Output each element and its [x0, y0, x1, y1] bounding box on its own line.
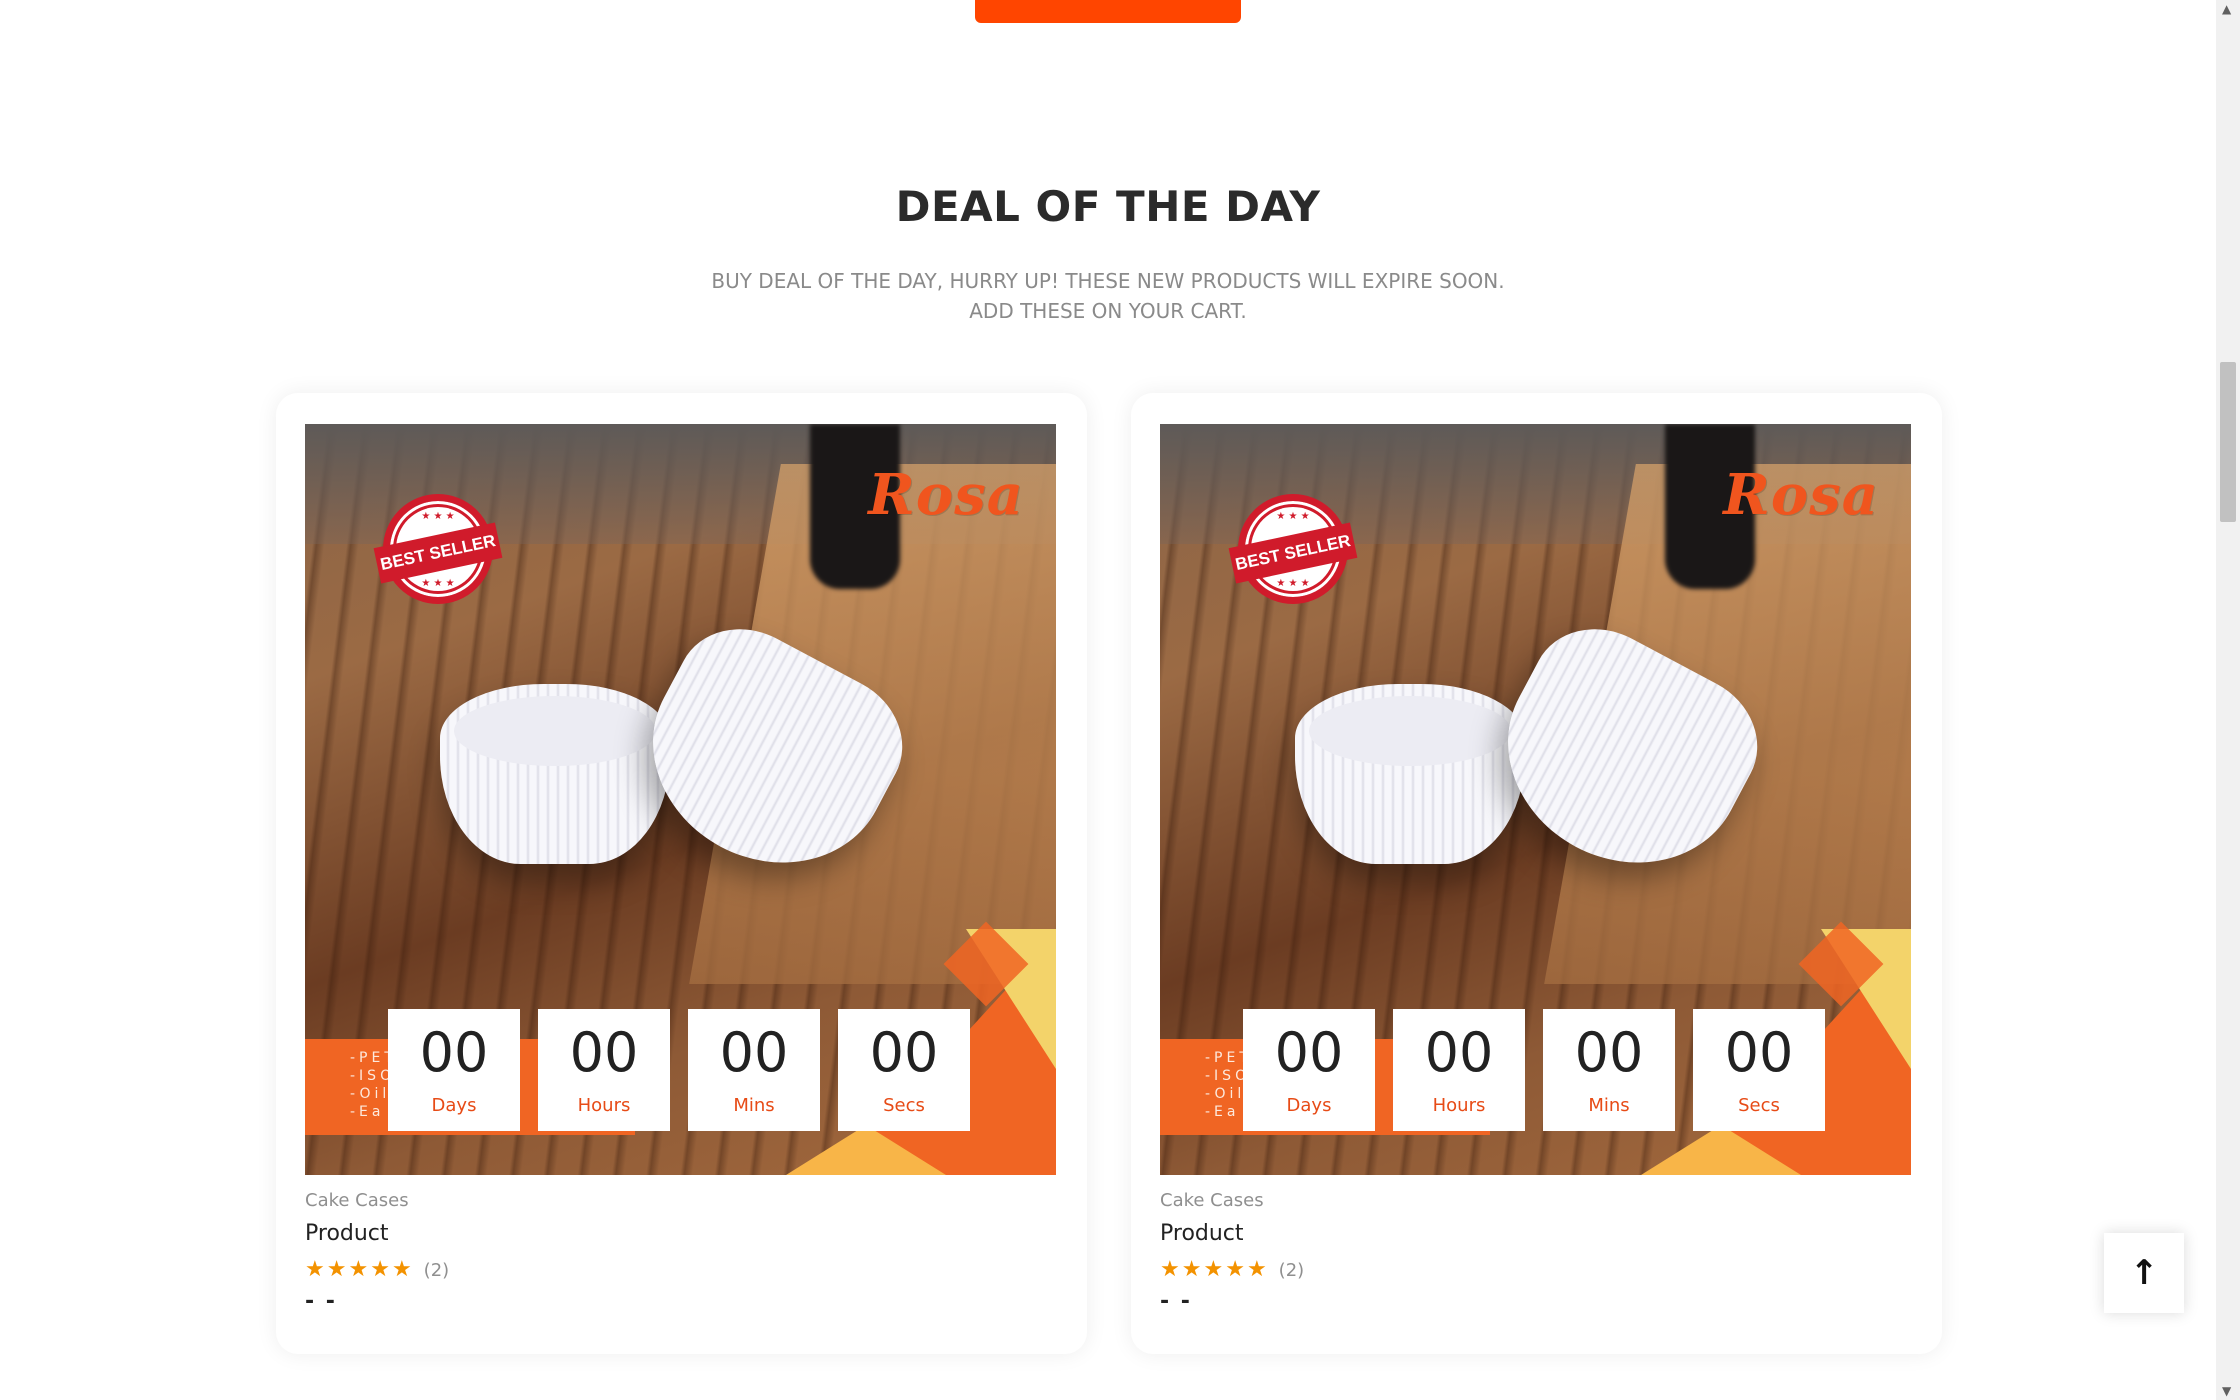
cupcake-liner-image [440, 684, 670, 864]
brand-logo: Rosa [868, 462, 1024, 528]
scrollbar-thumb[interactable] [2220, 362, 2236, 522]
best-seller-badge-icon: ★ ★ ★ BEST SELLER ★ ★ ★ [373, 494, 503, 604]
star-icon: ★ [1246, 1257, 1267, 1282]
star-icon: ★ [370, 1257, 390, 1282]
product-image[interactable]: Rosa ★ ★ ★ BEST SELLER ★ ★ ★ -PET -ISO -… [305, 424, 1056, 1175]
star-icon: ★ [1225, 1257, 1245, 1282]
section-title: DEAL OF THE DAY [895, 182, 1321, 231]
section-subtitle: BUY DEAL OF THE DAY, HURRY UP! THESE NEW… [0, 266, 2216, 326]
product-image[interactable]: Rosa ★ ★ ★ BEST SELLER ★ ★ ★ -PET -ISO -… [1160, 424, 1911, 1175]
product-category-link[interactable]: Cake Cases [305, 1190, 409, 1211]
countdown-hours: 00 Hours [1393, 1009, 1525, 1131]
top-orange-button[interactable] [975, 0, 1241, 23]
arrow-up-icon: ↑ [2129, 1253, 2159, 1293]
countdown-hours: 00 Hours [538, 1009, 670, 1131]
product-name-link[interactable]: Product [1160, 1221, 1244, 1246]
scroll-down-arrow-icon[interactable]: ▼ [2222, 1384, 2231, 1398]
countdown-mins: 00 Mins [1543, 1009, 1675, 1131]
section-subtitle-line2: ADD THESE ON YOUR CART. [969, 299, 1247, 323]
star-icon: ★ [391, 1257, 412, 1282]
star-icon: ★ [348, 1257, 369, 1282]
product-rating: ★ ★ ★ ★ ★ (2) [1160, 1259, 1304, 1281]
best-seller-badge-icon: ★ ★ ★ BEST SELLER ★ ★ ★ [1228, 494, 1358, 604]
deal-card[interactable]: Rosa ★ ★ ★ BEST SELLER ★ ★ ★ -PET -ISO -… [276, 393, 1087, 1354]
star-icon: ★ [326, 1257, 347, 1282]
product-rating: ★ ★ ★ ★ ★ (2) [305, 1259, 449, 1281]
star-icon: ★ [1181, 1257, 1202, 1282]
page-scrollbar[interactable]: ▲ ▼ [2216, 0, 2240, 1400]
star-icon: ★ [305, 1257, 325, 1282]
star-icon: ★ [1160, 1257, 1180, 1282]
countdown-days: 00 Days [1243, 1009, 1375, 1131]
countdown-mins: 00 Mins [688, 1009, 820, 1131]
countdown-secs: 00 Secs [838, 1009, 970, 1131]
product-name-link[interactable]: Product [305, 1221, 389, 1246]
star-icon: ★ [1203, 1257, 1224, 1282]
deal-card[interactable]: Rosa ★ ★ ★ BEST SELLER ★ ★ ★ -PET -ISO -… [1131, 393, 1942, 1354]
countdown-secs: 00 Secs [1693, 1009, 1825, 1131]
back-to-top-button[interactable]: ↑ [2104, 1233, 2184, 1313]
section-subtitle-line1: BUY DEAL OF THE DAY, HURRY UP! THESE NEW… [711, 269, 1505, 293]
cupcake-liner-image [1295, 684, 1525, 864]
brand-logo: Rosa [1723, 462, 1879, 528]
countdown-days: 00 Days [388, 1009, 520, 1131]
rating-count: (2) [423, 1259, 450, 1281]
product-category-link[interactable]: Cake Cases [1160, 1190, 1264, 1211]
product-price: - - [1160, 1289, 1192, 1314]
countdown-timer: 00 Days 00 Hours 00 Mins 00 Secs [1243, 1009, 1825, 1131]
product-price: - - [305, 1289, 337, 1314]
scroll-up-arrow-icon[interactable]: ▲ [2222, 2, 2231, 16]
rating-count: (2) [1278, 1259, 1305, 1281]
countdown-timer: 00 Days 00 Hours 00 Mins 00 Secs [388, 1009, 970, 1131]
